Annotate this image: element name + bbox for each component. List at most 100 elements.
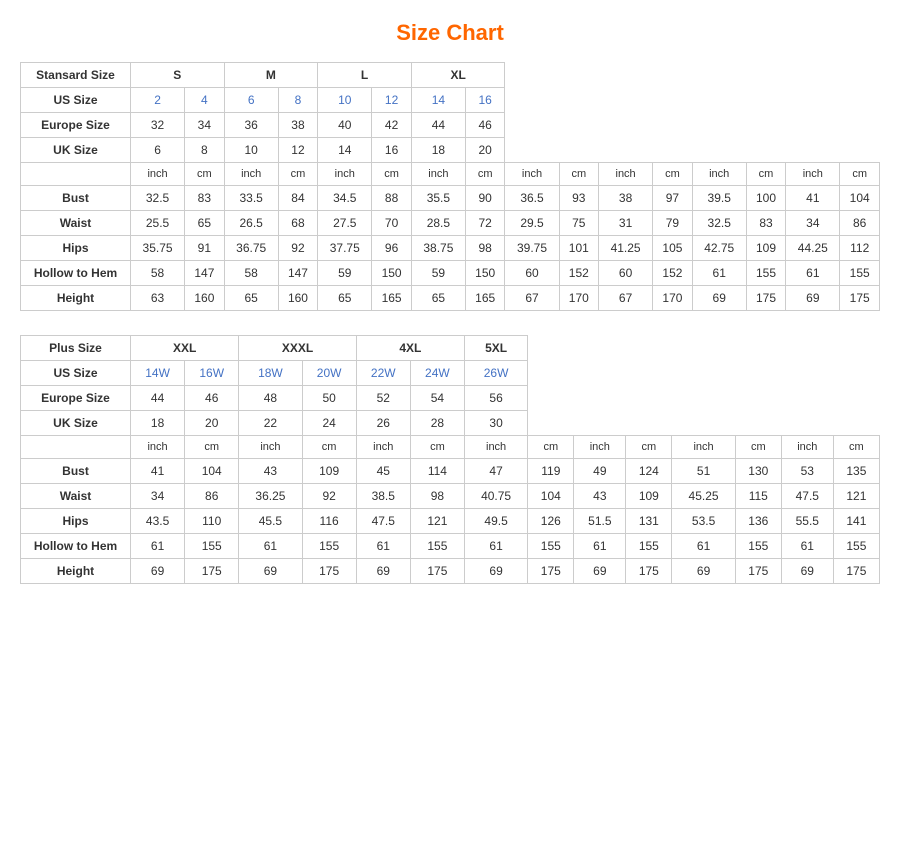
eu-32: 32 <box>131 113 185 138</box>
std-hips-15: 112 <box>840 236 880 261</box>
plus-hips-0: 43.5 <box>131 509 185 534</box>
std-bust-15: 104 <box>840 186 880 211</box>
std-sub-7: cm <box>465 163 505 186</box>
std-bust-7: 90 <box>465 186 505 211</box>
plus-bust-9: 124 <box>626 459 672 484</box>
europe-size-label: Europe Size <box>21 113 131 138</box>
std-height-2: 65 <box>224 286 278 311</box>
plus-hips-4: 47.5 <box>356 509 410 534</box>
plus-us-6: 26W <box>464 361 527 386</box>
std-height-8: 67 <box>505 286 559 311</box>
plus-hollow-6: 61 <box>464 534 527 559</box>
plus-bust-10: 51 <box>672 459 735 484</box>
plus-hollow-11: 155 <box>735 534 781 559</box>
plus-uk-2: 22 <box>239 411 302 436</box>
std-sub-0: inch <box>131 163 185 186</box>
plus-waist-5: 98 <box>410 484 464 509</box>
plus-bust-4: 45 <box>356 459 410 484</box>
plus-hips-6: 49.5 <box>464 509 527 534</box>
plus-height-6: 69 <box>464 559 527 584</box>
plus-size-label: Plus Size <box>21 336 131 361</box>
plus-hollow-12: 61 <box>781 534 833 559</box>
plus-eu-4: 52 <box>356 386 410 411</box>
height-label: Height <box>21 286 131 311</box>
plus-height-8: 69 <box>574 559 626 584</box>
std-waist-12: 32.5 <box>692 211 746 236</box>
plus-waist-8: 43 <box>574 484 626 509</box>
plus-uk-6: 30 <box>464 411 527 436</box>
std-waist-14: 34 <box>786 211 840 236</box>
plus-hips-9: 131 <box>626 509 672 534</box>
std-hips-14: 44.25 <box>786 236 840 261</box>
std-waist-13: 83 <box>746 211 786 236</box>
plus-hips-label: Hips <box>21 509 131 534</box>
plus-us-4: 22W <box>356 361 410 386</box>
std-hollow-3: 147 <box>278 261 318 286</box>
std-hips-9: 101 <box>559 236 599 261</box>
plus-height-4: 69 <box>356 559 410 584</box>
std-sub-8: inch <box>505 163 559 186</box>
eu-44: 44 <box>411 113 465 138</box>
std-bust-8: 36.5 <box>505 186 559 211</box>
plus-hollow-8: 61 <box>574 534 626 559</box>
std-sub-6: inch <box>411 163 465 186</box>
us-6: 6 <box>224 88 278 113</box>
plus-hips-3: 116 <box>302 509 356 534</box>
plus-uk-label: UK Size <box>21 411 131 436</box>
plus-sub-5: cm <box>410 436 464 459</box>
eu-34: 34 <box>185 113 225 138</box>
page-title: Size Chart <box>20 20 880 46</box>
plus-us-2: 18W <box>239 361 302 386</box>
plus-hollow-2: 61 <box>239 534 302 559</box>
plus-uk-1: 20 <box>185 411 239 436</box>
plus-waist-label: Waist <box>21 484 131 509</box>
plus-height-13: 175 <box>833 559 879 584</box>
std-waist-11: 79 <box>653 211 693 236</box>
std-hollow-12: 61 <box>692 261 746 286</box>
plus-hips-12: 55.5 <box>781 509 833 534</box>
plus-bust-0: 41 <box>131 459 185 484</box>
uk-8: 8 <box>185 138 225 163</box>
std-hollow-4: 59 <box>318 261 372 286</box>
standard-col-XL: XL <box>411 63 505 88</box>
plus-sub-9: cm <box>626 436 672 459</box>
plus-height-5: 175 <box>410 559 464 584</box>
plus-height-9: 175 <box>626 559 672 584</box>
plus-sub-12: inch <box>781 436 833 459</box>
std-bust-1: 83 <box>185 186 225 211</box>
std-sub-5: cm <box>372 163 412 186</box>
plus-height-3: 175 <box>302 559 356 584</box>
plus-bust-6: 47 <box>464 459 527 484</box>
std-sub-1: cm <box>185 163 225 186</box>
std-sub-12: inch <box>692 163 746 186</box>
std-height-0: 63 <box>131 286 185 311</box>
eu-46: 46 <box>465 113 505 138</box>
std-height-6: 65 <box>411 286 465 311</box>
plus-eu-2: 48 <box>239 386 302 411</box>
uk-12: 12 <box>278 138 318 163</box>
plus-bust-1: 104 <box>185 459 239 484</box>
plus-bust-8: 49 <box>574 459 626 484</box>
plus-col-4XL: 4XL <box>356 336 464 361</box>
std-hollow-10: 60 <box>599 261 653 286</box>
plus-hollow-9: 155 <box>626 534 672 559</box>
plus-bust-7: 119 <box>528 459 574 484</box>
std-bust-0: 32.5 <box>131 186 185 211</box>
us-10: 10 <box>318 88 372 113</box>
std-hollow-15: 155 <box>840 261 880 286</box>
plus-waist-10: 45.25 <box>672 484 735 509</box>
plus-sub-0: inch <box>131 436 185 459</box>
std-hips-1: 91 <box>185 236 225 261</box>
plus-waist-11: 115 <box>735 484 781 509</box>
std-waist-2: 26.5 <box>224 211 278 236</box>
std-waist-3: 68 <box>278 211 318 236</box>
standard-col-L: L <box>318 63 412 88</box>
empty-cell <box>21 163 131 186</box>
plus-hollow-3: 155 <box>302 534 356 559</box>
hips-label: Hips <box>21 236 131 261</box>
plus-height-2: 69 <box>239 559 302 584</box>
plus-height-label: Height <box>21 559 131 584</box>
plus-size-table: Plus Size XXL XXXL 4XL 5XL US Size 14W 1… <box>20 335 880 584</box>
plus-hips-1: 110 <box>185 509 239 534</box>
std-height-15: 175 <box>840 286 880 311</box>
